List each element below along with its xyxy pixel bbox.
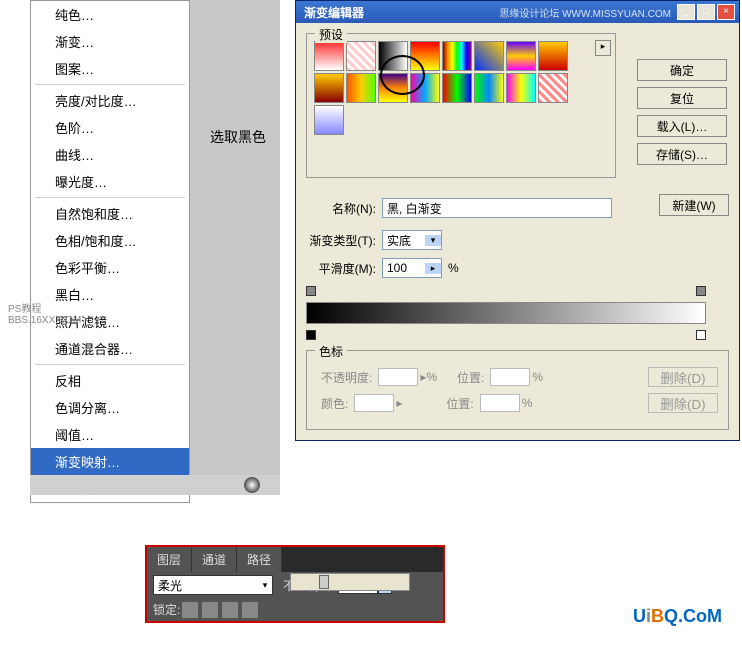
gradient-type-select[interactable]: 实底▾ — [382, 230, 442, 250]
menu-item[interactable]: 渐变… — [31, 28, 189, 55]
gradient-swatch[interactable] — [506, 41, 536, 71]
lock-pixels-icon[interactable] — [202, 602, 218, 618]
dialog-title: 渐变编辑器 — [300, 4, 499, 21]
menu-item[interactable]: 纯色… — [31, 1, 189, 28]
menu-item[interactable]: 阈值… — [31, 421, 189, 448]
watermark: PS教程 BBS.16XX.COM — [8, 300, 81, 326]
gradient-swatch[interactable] — [314, 73, 344, 103]
smoothness-input[interactable]: 100▸ — [382, 258, 442, 278]
gradient-swatch[interactable] — [410, 41, 440, 71]
gradient-swatch[interactable] — [378, 41, 408, 71]
gradient-swatch[interactable] — [346, 41, 376, 71]
color-stop-right[interactable] — [696, 330, 706, 340]
menu-item[interactable]: 色彩平衡… — [31, 254, 189, 281]
menu-item[interactable]: 色调分离… — [31, 394, 189, 421]
gradient-swatch[interactable] — [538, 73, 568, 103]
menu-item[interactable]: 自然饱和度… — [31, 200, 189, 227]
color-field[interactable] — [354, 394, 394, 412]
lock-transparency-icon[interactable] — [182, 602, 198, 618]
position-field[interactable] — [490, 368, 530, 386]
ok-button[interactable]: 确定 — [637, 59, 727, 81]
delete-color-button[interactable]: 删除(D) — [648, 393, 718, 413]
color-stop-group: 色标 不透明度: ▸ % 位置: % 删除(D) 颜色: ▸ 位置: % 删除(… — [306, 350, 729, 430]
smoothness-label: 平滑度(M): — [306, 260, 376, 277]
titlebar[interactable]: 渐变编辑器 思缘设计论坛 WWW.MISSYUAN.COM _ □ × — [296, 1, 739, 23]
new-button[interactable]: 新建(W) — [659, 194, 729, 216]
circle-icon — [244, 477, 260, 493]
opacity-field[interactable] — [378, 368, 418, 386]
menu-item[interactable]: 色阶… — [31, 114, 189, 141]
chevron-right-icon[interactable]: ▸ — [425, 263, 441, 274]
save-button[interactable]: 存储(S)… — [637, 143, 727, 165]
brand-watermark: UiBQ.CoM — [633, 606, 722, 627]
percent-label: % — [448, 261, 459, 275]
adjustment-menu: 纯色…渐变…图案…亮度/对比度…色阶…曲线…曝光度…自然饱和度…色相/饱和度…色… — [30, 0, 190, 503]
close-button[interactable]: × — [717, 4, 735, 20]
delete-opacity-button[interactable]: 删除(D) — [648, 367, 718, 387]
colorstop-legend: 色标 — [315, 343, 347, 360]
menu-item[interactable]: 曝光度… — [31, 168, 189, 195]
slider-thumb[interactable] — [319, 575, 329, 589]
menu-item[interactable]: 渐变映射… — [31, 448, 189, 475]
lock-label: 锁定: — [153, 601, 180, 618]
gradient-editor-dialog: 渐变编辑器 思缘设计论坛 WWW.MISSYUAN.COM _ □ × 预设 ▸… — [295, 0, 740, 441]
titlebar-note: 思缘设计论坛 WWW.MISSYUAN.COM — [499, 5, 671, 20]
gradient-swatch[interactable] — [538, 41, 568, 71]
color-stop-left[interactable] — [306, 330, 316, 340]
opacity-label: 不透明度: — [321, 369, 372, 386]
gradient-swatch[interactable] — [442, 41, 472, 71]
opacity-stop-left[interactable] — [306, 286, 316, 296]
name-input[interactable] — [382, 198, 612, 218]
name-label: 名称(N): — [306, 200, 376, 217]
gradient-swatch[interactable] — [378, 73, 408, 103]
menu-item[interactable]: 通道混合器… — [31, 335, 189, 362]
gradient-swatch[interactable] — [410, 73, 440, 103]
lock-position-icon[interactable] — [222, 602, 238, 618]
menu-item[interactable]: 反相 — [31, 367, 189, 394]
preset-label: 预设 — [315, 26, 347, 43]
type-label: 渐变类型(T): — [306, 232, 376, 249]
preset-menu-button[interactable]: ▸ — [595, 40, 611, 56]
position-field-2[interactable] — [480, 394, 520, 412]
minimize-button[interactable]: _ — [677, 4, 695, 20]
tab-channels[interactable]: 通道 — [192, 547, 237, 572]
reset-button[interactable]: 复位 — [637, 87, 727, 109]
color-label: 颜色: — [321, 395, 348, 412]
tab-layers[interactable]: 图层 — [147, 547, 192, 572]
blend-mode-select[interactable]: 柔光▾ — [153, 575, 273, 595]
chevron-down-icon[interactable]: ▾ — [425, 235, 441, 246]
gradient-swatch[interactable] — [314, 41, 344, 71]
menu-item[interactable]: 亮度/对比度… — [31, 87, 189, 114]
annotation-text: 选取黑色 — [210, 127, 266, 147]
gradient-bar[interactable] — [306, 302, 706, 324]
lock-all-icon[interactable] — [242, 602, 258, 618]
gradient-swatch[interactable] — [474, 41, 504, 71]
load-button[interactable]: 载入(L)… — [637, 115, 727, 137]
menu-footer — [30, 475, 280, 495]
menu-item[interactable]: 图案… — [31, 55, 189, 82]
maximize-button[interactable]: □ — [697, 4, 715, 20]
gradient-swatch[interactable] — [506, 73, 536, 103]
gradient-swatch[interactable] — [474, 73, 504, 103]
opacity-stop-right[interactable] — [696, 286, 706, 296]
chevron-down-icon[interactable]: ▾ — [258, 580, 272, 591]
opacity-slider-popup[interactable] — [290, 573, 410, 591]
gradient-swatch[interactable] — [346, 73, 376, 103]
menu-item[interactable]: 色相/饱和度… — [31, 227, 189, 254]
gradient-swatch[interactable] — [314, 105, 344, 135]
position-label: 位置: — [457, 369, 484, 386]
gradient-swatch[interactable] — [442, 73, 472, 103]
menu-item[interactable]: 曲线… — [31, 141, 189, 168]
position-label-2: 位置: — [446, 395, 473, 412]
preset-group: 预设 ▸ — [306, 33, 616, 178]
tab-paths[interactable]: 路径 — [237, 547, 282, 572]
